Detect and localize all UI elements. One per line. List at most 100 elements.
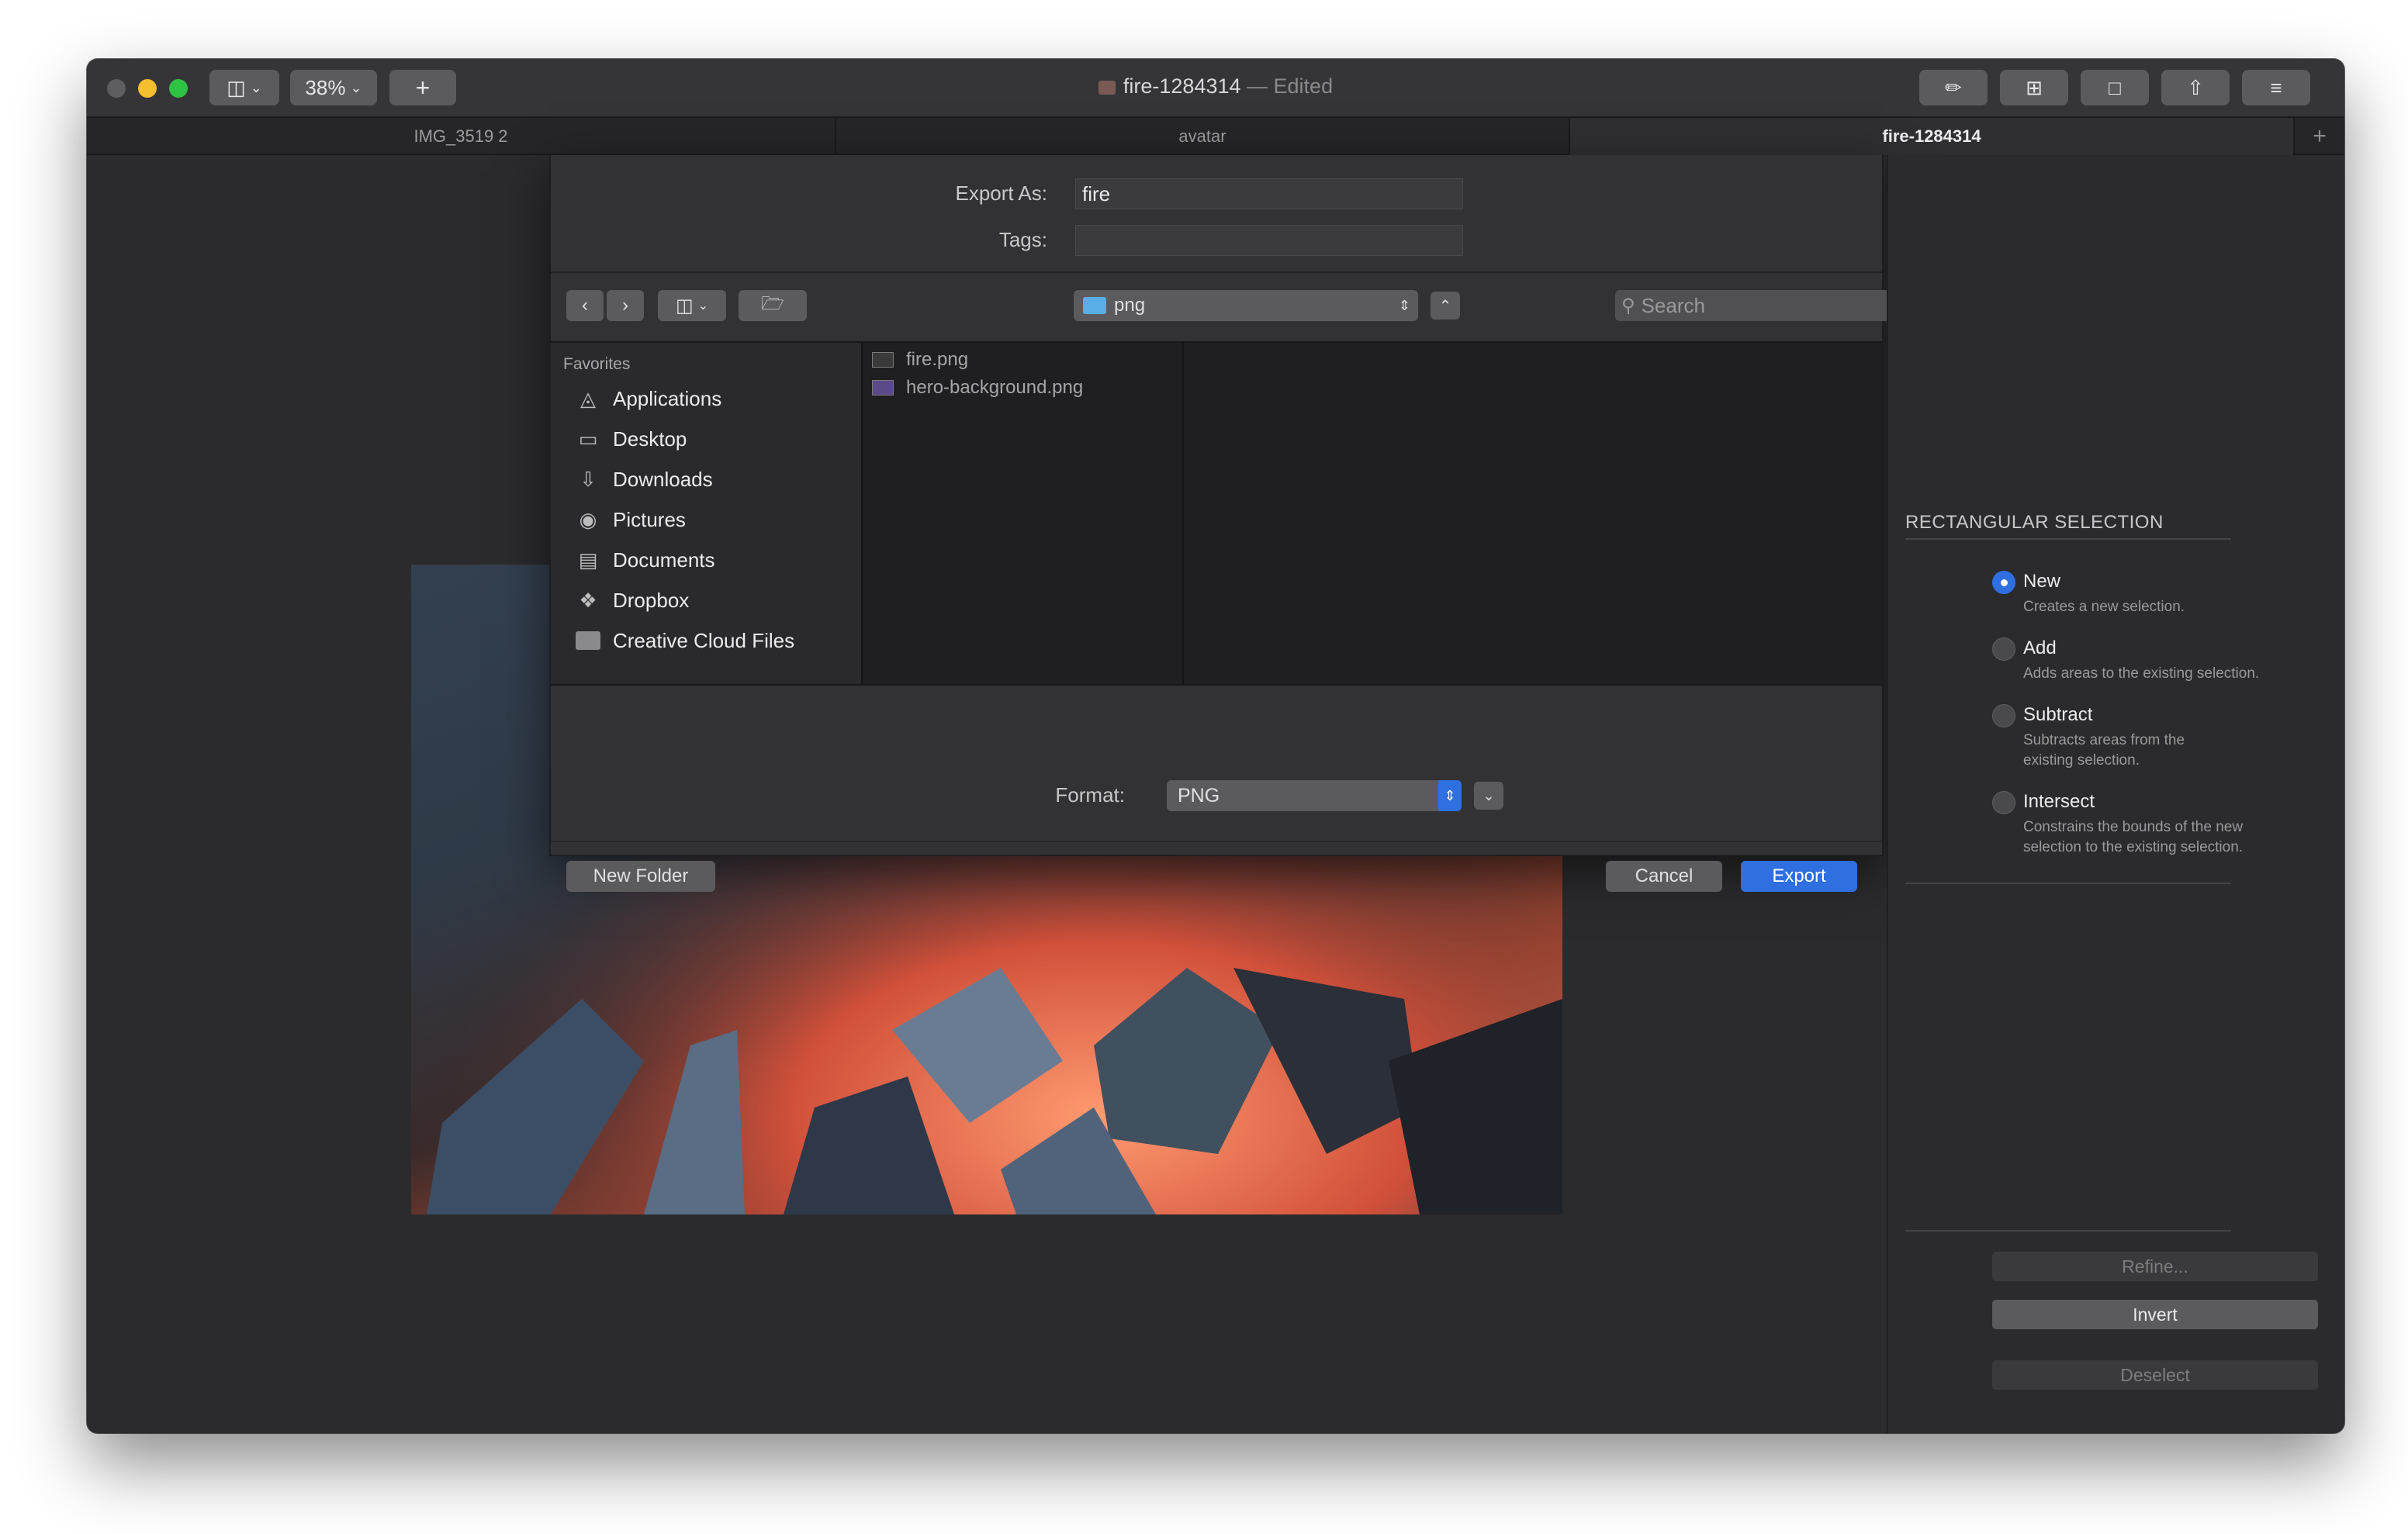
new-folder-button[interactable]: New Folder [566, 861, 715, 892]
export-as-label: Export As: [955, 181, 1048, 205]
radio-add[interactable] [1992, 637, 2015, 661]
updown-icon: ⇕ [1398, 297, 1410, 313]
format-options-button[interactable]: ⌄ [1474, 782, 1503, 810]
share-button[interactable]: ⇧ [2161, 70, 2230, 105]
radio-new[interactable] [1992, 571, 2015, 594]
option-add-desc: Adds areas to the existing selection. [2023, 665, 2260, 682]
sidebar-item-label: Documents [613, 548, 715, 572]
image-thumbnail-icon [872, 352, 894, 368]
chevron-left-icon: ‹ [582, 295, 588, 316]
document-title: fire-1284314 [1123, 74, 1241, 98]
panel-header: RECTANGULAR SELECTION [1905, 512, 2164, 533]
sidebar-item-documents[interactable]: ▤ Documents [574, 543, 715, 577]
updown-icon: ⇕ [1438, 780, 1462, 811]
refine-button[interactable]: Refine... [1992, 1252, 2318, 1281]
divider [551, 841, 1882, 842]
collapse-button[interactable]: ⌃ [1431, 292, 1460, 320]
chevron-right-icon: › [622, 295, 628, 316]
sidebar-item-pictures[interactable]: ◉ Pictures [574, 503, 686, 537]
crop-button[interactable]: ⊞ [2000, 70, 2068, 105]
dropbox-icon: ❖ [579, 588, 597, 612]
file-item[interactable]: hero-background.png [872, 374, 1083, 402]
tab-fire-1284314[interactable]: fire-1284314 [1570, 118, 2295, 155]
chevron-down-icon: ⌄ [697, 299, 709, 313]
sidebar-item-creative-cloud[interactable]: Creative Cloud Files [574, 624, 794, 658]
format-dropdown[interactable]: PNG ⇕ [1167, 780, 1462, 811]
file-name: hero-background.png [906, 377, 1084, 398]
sidebar-item-applications[interactable]: ◬ Applications [574, 382, 721, 416]
pencil-tool-button[interactable]: ✏ [1919, 70, 1988, 105]
location-dropdown[interactable]: png ⇕ [1074, 290, 1418, 321]
edited-status: — Edited [1247, 74, 1334, 98]
share-icon: ⇧ [2187, 75, 2204, 99]
radio-subtract[interactable] [1992, 704, 2015, 727]
divider [1905, 883, 2231, 884]
desktop-icon: ▭ [578, 427, 598, 451]
document-icon [1098, 81, 1116, 95]
location-value: png [1114, 295, 1146, 316]
app-window: ◫ ⌄ 38% ⌄ + fire-1284314 — Edited ✏ ⊞ □ ⇧ … [87, 59, 2344, 1433]
option-new-title: New [2023, 571, 2061, 592]
sidebar-item-desktop[interactable]: ▭ Desktop [574, 422, 687, 456]
sidebar-item-label: Dropbox [613, 588, 690, 612]
sidebar-item-label: Creative Cloud Files [613, 628, 795, 652]
applications-icon: ◬ [580, 386, 596, 410]
folder-icon [1083, 297, 1106, 314]
option-subtract-desc: Subtracts areas from the existing select… [2023, 732, 2185, 769]
search-icon: ⚲ [1621, 295, 1635, 316]
divider [1182, 343, 1184, 684]
folder-icon [574, 629, 602, 652]
canvas-button[interactable]: □ [2081, 70, 2149, 105]
divider [861, 343, 863, 684]
tab-label: avatar [1178, 126, 1226, 146]
tab-avatar[interactable]: avatar [836, 118, 1570, 155]
new-tab-button[interactable]: + [2295, 118, 2344, 155]
view-mode-button[interactable]: ◫ ⌄ [658, 290, 726, 321]
tags-input[interactable] [1075, 225, 1463, 256]
inspector-sidebar [1887, 155, 2344, 1433]
option-subtract-title: Subtract [2023, 704, 2093, 725]
sidebar-item-dropbox[interactable]: ❖ Dropbox [574, 583, 689, 617]
sidebar-item-downloads[interactable]: ⇩ Downloads [574, 462, 713, 496]
favorites-header: Favorites [563, 355, 631, 373]
tags-label: Tags: [998, 228, 1047, 251]
radio-intersect[interactable] [1992, 791, 2015, 814]
file-item[interactable]: fire.png [872, 346, 968, 374]
export-as-input[interactable]: fire [1075, 178, 1463, 209]
sidebar-item-label: Pictures [613, 507, 686, 531]
adjust-button[interactable]: ≡ [2242, 70, 2310, 105]
option-add-title: Add [2023, 637, 2057, 658]
forward-button[interactable]: › [607, 290, 644, 321]
pictures-icon: ◉ [579, 507, 597, 531]
back-button[interactable]: ‹ [566, 290, 604, 321]
tab-label: IMG_3519 2 [413, 126, 508, 146]
plus-icon: + [2313, 123, 2327, 149]
sliders-icon: ≡ [2270, 75, 2282, 99]
radio-dot [2001, 579, 2008, 586]
new-folder-icon-button[interactable]: 🗁 [739, 290, 807, 321]
export-button[interactable]: Export [1741, 861, 1857, 892]
documents-icon: ▤ [578, 548, 598, 572]
file-name: fire.png [906, 349, 969, 370]
page-icon: □ [2109, 75, 2121, 99]
format-label: Format: [1055, 783, 1125, 807]
sidebar-item-label: Desktop [613, 427, 687, 451]
chevron-up-icon: ⌃ [1438, 297, 1452, 315]
chevron-down-icon: ⌄ [1483, 787, 1495, 803]
search-placeholder: Search [1641, 293, 1705, 317]
divider [1905, 1230, 2231, 1232]
cancel-button[interactable]: Cancel [1606, 861, 1722, 892]
invert-button[interactable]: Invert [1992, 1300, 2318, 1329]
tab-img-3519[interactable]: IMG_3519 2 [87, 118, 836, 155]
option-new-desc: Creates a new selection. [2023, 599, 2185, 615]
option-intersect-title: Intersect [2023, 791, 2095, 812]
tab-bar: IMG_3519 2 avatar fire-1284314 + [87, 118, 2344, 155]
folder-plus-icon: 🗁 [761, 292, 784, 314]
format-value: PNG [1178, 784, 1220, 807]
deselect-button[interactable]: Deselect [1992, 1360, 2318, 1390]
divider [551, 271, 1882, 273]
image-thumbnail-icon [872, 380, 894, 396]
pencil-icon: ✏ [1945, 75, 1962, 99]
export-dialog: Export As: fire Tags: ‹ › ◫ ⌄ 🗁 png ⇕ ⌃ ⚲… [549, 155, 1956, 892]
tab-label: fire-1284314 [1882, 126, 1981, 146]
